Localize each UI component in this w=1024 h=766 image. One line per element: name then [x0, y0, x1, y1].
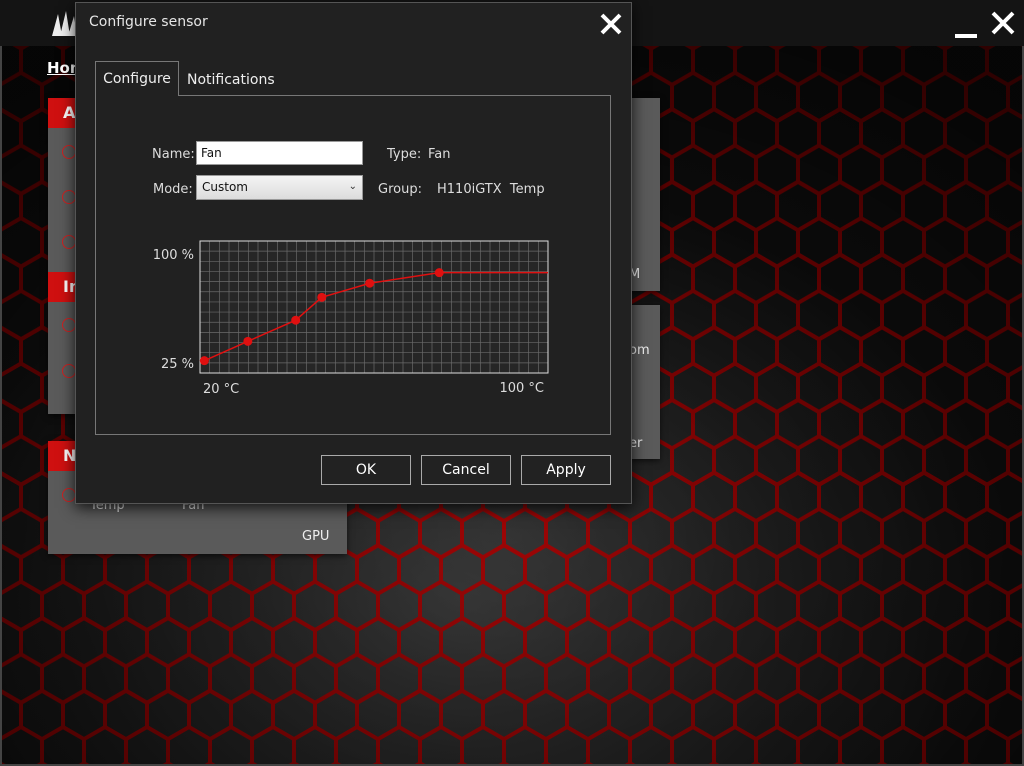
minimize-button[interactable] [952, 8, 982, 38]
corsair-logo-icon [52, 11, 77, 36]
panel-header-a: A [48, 98, 78, 128]
x-tick-label-right: 100 °C [499, 381, 544, 396]
minimize-icon [955, 34, 977, 38]
panel-header-in: In [48, 272, 80, 302]
tab-configure[interactable]: Configure [95, 61, 179, 96]
sensor-icon [62, 318, 76, 332]
close-icon [991, 11, 1015, 35]
close-icon [600, 13, 622, 35]
dashboard-panel-left: A In [48, 98, 80, 414]
curve-point[interactable] [365, 278, 375, 288]
curve-point[interactable] [317, 292, 327, 302]
y-tick-label-bottom: 25 % [161, 357, 194, 372]
dialog-title: Configure sensor [89, 14, 208, 30]
ok-button[interactable]: OK [321, 455, 411, 485]
curve-point[interactable] [243, 336, 253, 346]
panel-right-text: om [629, 343, 650, 358]
sensor-icon [62, 488, 76, 502]
curve-point[interactable] [199, 356, 209, 366]
sensor-icon [62, 364, 76, 378]
configure-sensor-dialog: Configure sensor Configure Notifications… [75, 2, 632, 504]
apply-button[interactable]: Apply [521, 455, 611, 485]
dashboard-panel-right-1: M [629, 98, 660, 291]
y-tick-label-top: 100 % [153, 248, 194, 263]
x-tick-label-left: 20 °C [203, 382, 239, 397]
cancel-button[interactable]: Cancel [421, 455, 511, 485]
sensor-icon [62, 235, 76, 249]
tab-notifications[interactable]: Notifications [187, 61, 275, 96]
fan-curve-chart[interactable]: 100 % 25 % 20 °C 100 °C [96, 96, 610, 434]
dialog-close-button[interactable] [596, 9, 626, 39]
chart-grid [200, 241, 548, 373]
sensor-icon [62, 190, 76, 204]
curve-point[interactable] [291, 315, 301, 325]
app-close-button[interactable] [988, 8, 1018, 38]
panel-footer-gpu: GPU [302, 529, 330, 544]
panel-header-n: N [48, 441, 78, 471]
configure-tab-panel: Name: Type: Fan Mode: Custom ⌄ Group: H1… [95, 95, 611, 435]
dashboard-panel-right-2: om er [629, 305, 660, 459]
curve-point[interactable] [434, 268, 444, 278]
sensor-icon [62, 145, 76, 159]
